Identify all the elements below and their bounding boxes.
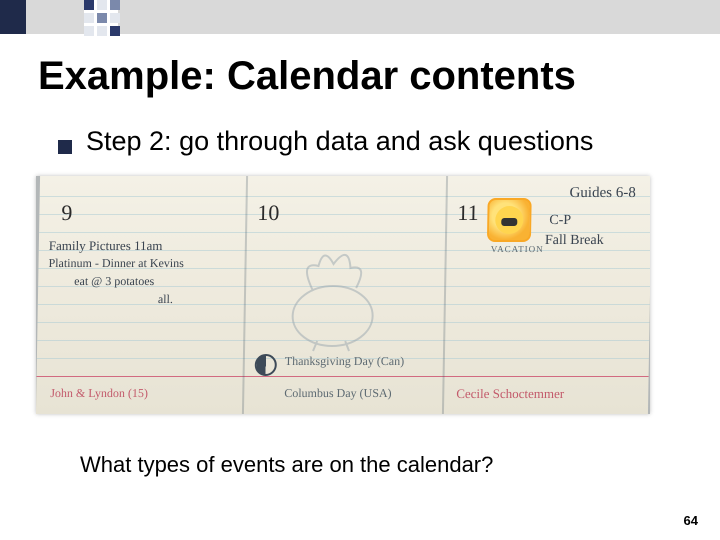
sun-sticker-icon bbox=[487, 198, 532, 242]
col9-line2: Platinum - Dinner at Kevins bbox=[48, 256, 184, 271]
turkey-sketch-icon bbox=[267, 236, 399, 356]
calendar-photo: 9 10 11 Guides 6-8 Family Pictures 11am … bbox=[36, 176, 650, 414]
col11-note2: Fall Break bbox=[545, 232, 604, 250]
square-grid-icon bbox=[84, 0, 120, 36]
sticker-caption: VACATION bbox=[491, 244, 544, 255]
col10-bottom2: Columbus Day (USA) bbox=[284, 386, 392, 401]
bullet-text: Step 2: go through data and ask question… bbox=[86, 126, 593, 157]
bullet-row: Step 2: go through data and ask question… bbox=[58, 126, 593, 157]
col11-bottom: Cecile Schoctemmer bbox=[456, 386, 564, 402]
col10-bottom1: Thanksgiving Day (Can) bbox=[285, 354, 405, 369]
header-note-right: Guides 6-8 bbox=[569, 184, 636, 203]
top-decoration bbox=[0, 0, 720, 34]
day-number-11: 11 bbox=[457, 200, 479, 226]
strip-grey-1 bbox=[26, 0, 84, 34]
col9-bottom: John & Lyndon (15) bbox=[50, 386, 148, 401]
strip-dark-left bbox=[0, 0, 26, 34]
moon-phase-icon bbox=[255, 354, 277, 376]
red-rule bbox=[37, 376, 649, 377]
strip-grey-2 bbox=[118, 0, 720, 34]
paper: 9 10 11 Guides 6-8 Family Pictures 11am … bbox=[36, 176, 650, 414]
day-number-10: 10 bbox=[257, 200, 279, 226]
col9-line4: all. bbox=[158, 292, 173, 307]
col9-line3: eat @ 3 potatoes bbox=[74, 274, 154, 289]
column-divider-2 bbox=[442, 176, 448, 414]
bullet-icon bbox=[58, 140, 72, 154]
col9-line1: Family Pictures 11am bbox=[49, 238, 163, 254]
day-number-9: 9 bbox=[61, 200, 72, 226]
question-text: What types of events are on the calendar… bbox=[80, 452, 493, 478]
page-number: 64 bbox=[684, 513, 698, 528]
col11-note1: C-P bbox=[549, 212, 571, 230]
slide-title: Example: Calendar contents bbox=[38, 54, 576, 99]
column-divider-1 bbox=[242, 176, 248, 414]
slide: Example: Calendar contents Step 2: go th… bbox=[0, 0, 720, 540]
